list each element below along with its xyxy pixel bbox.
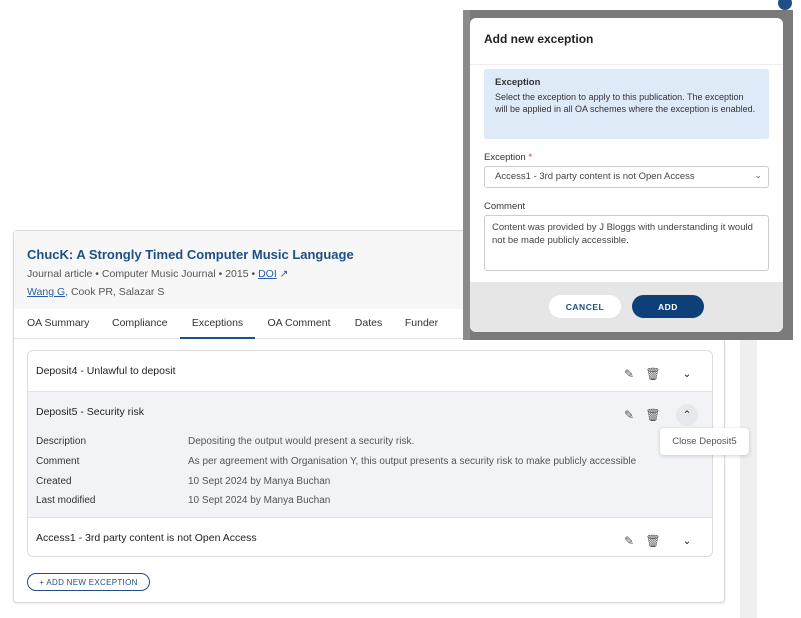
cancel-button[interactable]: CANCEL <box>549 295 621 318</box>
detail-value: Depositing the output would present a se… <box>188 436 415 447</box>
add-exception-dialog: Add new exception Exception Select the e… <box>470 18 783 332</box>
edit-pencil-icon[interactable]: ✎ <box>622 534 636 548</box>
exception-row[interactable]: Deposit4 - Unlawful to deposit ✎ 🗑 ⌄ <box>28 351 712 392</box>
corner-badge <box>778 0 792 10</box>
detail-label: Last modified <box>36 495 96 506</box>
detail-label: Description <box>36 436 87 447</box>
tab-compliance[interactable]: Compliance <box>112 309 180 339</box>
dialog-footer: CANCEL ADD <box>470 282 783 332</box>
chevron-down-icon: ⌄ <box>754 170 762 180</box>
publication-authors: Wang G, Cook PR, Salazar S <box>27 286 165 298</box>
detail-label: Comment <box>36 456 80 467</box>
chevron-up-icon[interactable]: ⌃ <box>676 404 698 426</box>
detail-value: As per agreement with Organisation Y, th… <box>188 456 637 467</box>
add-button[interactable]: ADD <box>632 295 704 318</box>
tab-oa-comment[interactable]: OA Comment <box>255 309 343 339</box>
detail-value: 10 Sept 2024 by Manya Buchan <box>188 476 331 487</box>
exception-title: Deposit4 - Unlawful to deposit <box>36 365 176 377</box>
edit-pencil-icon[interactable]: ✎ <box>622 408 636 422</box>
trash-icon[interactable]: 🗑 <box>645 367 660 381</box>
edit-pencil-icon[interactable]: ✎ <box>622 367 636 381</box>
external-link-icon: ↗ <box>279 268 289 280</box>
author-link[interactable]: Wang G <box>27 286 65 298</box>
trash-icon[interactable]: 🗑 <box>645 408 660 422</box>
exception-title: Access1 - 3rd party content is not Open … <box>36 532 257 544</box>
exceptions-accordion: Deposit4 - Unlawful to deposit ✎ 🗑 ⌄ Depos… <box>27 350 713 557</box>
exception-select[interactable]: Access1 - 3rd party content is not Open … <box>484 166 769 188</box>
tooltip: Close Deposit5 <box>660 428 749 455</box>
add-new-exception-button[interactable]: + ADD NEW EXCEPTION <box>27 573 150 591</box>
exception-row[interactable]: Access1 - 3rd party content is not Open … <box>28 518 712 556</box>
detail-label: Created <box>36 476 72 487</box>
comment-field-label: Comment <box>484 201 526 212</box>
exception-field-label: Exception * <box>484 152 533 163</box>
trash-icon[interactable]: 🗑 <box>645 534 660 548</box>
exception-row-expanded: Deposit5 - Security risk ✎ 🗑 ⌃ Description… <box>28 392 712 518</box>
publication-meta: Journal article • Computer Music Journal… <box>27 268 289 280</box>
tab-dates[interactable]: Dates <box>343 309 394 339</box>
tab-exceptions[interactable]: Exceptions <box>180 309 255 339</box>
chevron-down-icon[interactable]: ⌄ <box>676 530 698 552</box>
chevron-down-icon[interactable]: ⌄ <box>676 363 698 385</box>
scrollbar-track[interactable] <box>740 340 757 618</box>
dialog-title: Add new exception <box>484 32 594 46</box>
exception-title[interactable]: Deposit5 - Security risk <box>36 406 144 418</box>
info-box: Exception Select the exception to apply … <box>484 69 769 139</box>
doi-link[interactable]: DOI <box>258 268 277 280</box>
tab-funder[interactable]: Funder <box>394 309 449 339</box>
comment-textarea[interactable]: Content was provided by J Bloggs with un… <box>484 215 769 271</box>
detail-value: 10 Sept 2024 by Manya Buchan <box>188 495 331 506</box>
publication-title[interactable]: ChucK: A Strongly Timed Computer Music L… <box>27 247 354 262</box>
tab-oa-summary[interactable]: OA Summary <box>27 309 112 339</box>
